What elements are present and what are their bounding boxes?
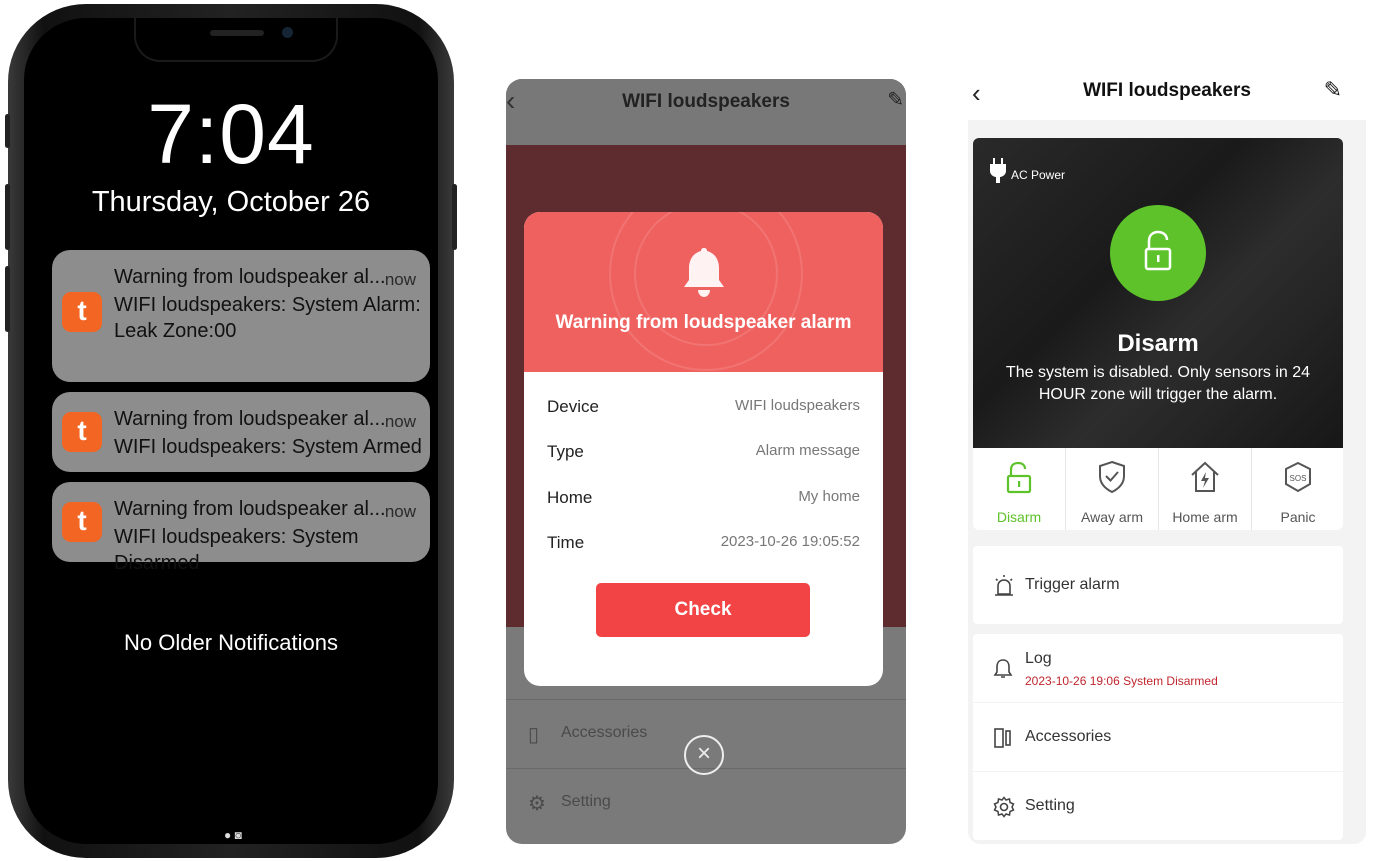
accessories-icon <box>994 728 1011 748</box>
system-state: Disarm <box>1117 330 1199 357</box>
tuya-app-icon: t <box>62 502 102 542</box>
notification-title: Warning from loudspeaker al... <box>114 498 386 520</box>
lock-date: Thursday, October 26 <box>91 186 371 218</box>
menu-row-label: Trigger alarm <box>1025 576 1120 593</box>
mode-label: Disarm <box>996 509 1042 525</box>
log-latest-entry: 2023-10-26 19:06 System Disarmed <box>1025 674 1218 688</box>
disarm-status-button[interactable] <box>1110 205 1206 301</box>
setting-row[interactable]: Setting <box>973 772 1343 840</box>
notification-body: WIFI loudspeakers: System Alarm: Leak Zo… <box>114 292 421 344</box>
menu-row-setting[interactable]: ⚙ Setting <box>506 768 906 837</box>
notification-card[interactable]: t Warning from loudspeaker al... now WIF… <box>52 482 430 574</box>
volume-down-button <box>5 266 10 332</box>
trigger-alarm-row[interactable]: Trigger alarm <box>973 546 1343 624</box>
app-header: ‹ WIFI loudspeakers ✎ <box>506 79 906 145</box>
tuya-app-icon: t <box>62 292 102 332</box>
front-camera <box>282 27 293 38</box>
gear-icon <box>993 796 1015 818</box>
accessories-row[interactable]: Accessories <box>973 703 1343 771</box>
info-row-device: Device WIFI loudspeakers <box>547 397 860 425</box>
sos-icon: SOS <box>1285 461 1311 493</box>
unlock-icon <box>1006 461 1032 494</box>
notification-time: now <box>384 270 416 289</box>
info-value: WIFI loudspeakers <box>734 397 860 414</box>
mode-label: Away arm <box>1081 509 1143 525</box>
info-row-time: Time 2023-10-26 19:05:52 <box>547 533 860 561</box>
info-key: Home <box>547 488 593 507</box>
mode-label: Panic <box>1280 509 1316 525</box>
notification-time: now <box>384 502 416 521</box>
svg-text:SOS: SOS <box>1290 474 1307 483</box>
mode-away-arm[interactable]: Away arm <box>1066 448 1159 530</box>
notch <box>134 18 338 62</box>
camera-icon: ◙ <box>234 828 242 842</box>
power-source-label: AC Power <box>1011 168 1066 182</box>
info-row-type: Type Alarm message <box>547 442 860 470</box>
edit-pencil-icon[interactable]: ✎ <box>1324 77 1342 103</box>
home-bolt-icon <box>1191 461 1219 492</box>
status-panel: AC Power Disarm The system is disabled. … <box>973 138 1343 448</box>
notification-body: WIFI loudspeakers: System Armed <box>114 436 422 458</box>
check-button[interactable]: Check <box>596 583 810 637</box>
page-indicator: ● ◙ <box>224 828 242 842</box>
device-control-screen: ‹ WIFI loudspeakers ✎ AC Power Disarm Th… <box>968 68 1366 844</box>
alarm-popup-screen: ‹ WIFI loudspeakers ✎ ▯ Accessories ⚙ Se… <box>506 79 906 844</box>
notification-title: Warning from loudspeaker al... <box>114 408 386 430</box>
edit-pencil-icon[interactable]: ✎ <box>887 87 904 112</box>
info-row-home: Home My home <box>547 488 860 516</box>
plug-icon <box>990 158 1006 183</box>
bell-icon <box>684 248 724 297</box>
lock-screen: 7:04 Thursday, October 26 t Warning from… <box>24 18 438 844</box>
earpiece <box>210 30 264 36</box>
mode-home-arm[interactable]: Home arm <box>1159 448 1252 530</box>
notification-body: WIFI loudspeakers: System Disarmed <box>114 526 359 574</box>
header-title: WIFI loudspeakers <box>1083 80 1251 101</box>
menu-row-label: Accessories <box>561 724 648 741</box>
mode-label: Home arm <box>1172 509 1238 525</box>
modal-header: Warning from loudspeaker alarm <box>524 212 883 372</box>
notification-card[interactable]: t Warning from loudspeaker al... now WIF… <box>52 392 430 472</box>
mode-selector: Disarm Away arm Home arm SOS Panic <box>973 448 1343 530</box>
lockscreen-phone: 7:04 Thursday, October 26 t Warning from… <box>5 4 457 858</box>
log-row[interactable]: Log 2023-10-26 19:06 System Disarmed <box>973 634 1343 702</box>
menu-row-label: Log <box>1025 650 1052 667</box>
bell-icon <box>993 659 1013 678</box>
unlock-icon <box>1144 230 1172 271</box>
accessories-icon: ▯ <box>528 724 540 746</box>
close-modal-icon[interactable]: × <box>684 735 724 775</box>
header-title: WIFI loudspeakers <box>622 91 790 112</box>
mode-panic[interactable]: SOS Panic <box>1252 448 1344 530</box>
menu-row-label: Accessories <box>1025 728 1112 745</box>
volume-up-button <box>5 184 10 250</box>
state-description: The system is disabled. Only sensors in … <box>1005 364 1311 403</box>
info-value: 2023-10-26 19:05:52 <box>720 533 860 550</box>
page-dot: ● <box>224 828 232 842</box>
notification-body-line: WIFI loudspeakers: System Alarm: <box>114 294 421 316</box>
gear-icon: ⚙ <box>528 793 546 815</box>
notification-time: now <box>384 412 416 431</box>
menu-row-label: Setting <box>1025 797 1075 814</box>
alarm-modal: Warning from loudspeaker alarm Device WI… <box>524 212 883 686</box>
mode-disarm[interactable]: Disarm <box>973 448 1066 530</box>
siren-icon <box>995 575 1013 596</box>
notification-title: Warning from loudspeaker al... <box>114 266 386 288</box>
mute-switch <box>5 114 10 148</box>
info-value: My home <box>798 488 860 505</box>
power-button <box>452 184 457 250</box>
info-key: Device <box>547 397 599 416</box>
shield-check-icon <box>1099 460 1125 494</box>
info-key: Type <box>547 442 584 461</box>
menu-row-label: Setting <box>561 793 611 810</box>
info-value: Alarm message <box>755 442 860 459</box>
modal-title: Warning from loudspeaker alarm <box>555 312 852 333</box>
lock-clock: 7:04 <box>147 87 315 181</box>
app-header: ‹ WIFI loudspeakers ✎ <box>968 68 1366 120</box>
tuya-app-icon: t <box>62 412 102 452</box>
notification-card[interactable]: t Warning from loudspeaker al... now WIF… <box>52 250 430 382</box>
no-older-notifications: No Older Notifications <box>124 630 338 655</box>
notification-body-line: Leak Zone:00 <box>114 320 237 342</box>
info-key: Time <box>547 533 585 552</box>
